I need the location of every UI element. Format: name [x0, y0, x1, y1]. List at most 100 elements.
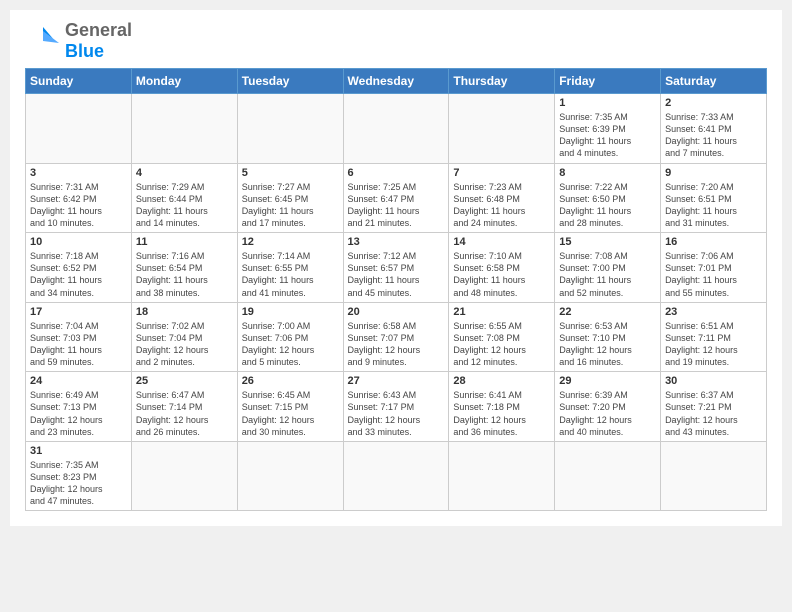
calendar-week-3: 10 Sunrise: 7:18 AM Sunset: 6:52 PM Dayli… — [26, 233, 767, 303]
day-info: Sunrise: 7:29 AM Sunset: 6:44 PM Dayligh… — [136, 181, 233, 230]
day-info: Sunrise: 6:58 AM Sunset: 7:07 PM Dayligh… — [348, 320, 445, 369]
day-number: 7 — [453, 167, 550, 179]
day-number: 29 — [559, 375, 656, 387]
calendar-cell: 13 Sunrise: 7:12 AM Sunset: 6:57 PM Dayli… — [343, 233, 449, 303]
logo-text: GeneralBlue — [65, 20, 132, 62]
day-header-wednesday: Wednesday — [343, 69, 449, 94]
day-info: Sunrise: 6:53 AM Sunset: 7:10 PM Dayligh… — [559, 320, 656, 369]
header: GeneralBlue — [25, 20, 767, 62]
day-number: 17 — [30, 306, 127, 318]
day-number: 24 — [30, 375, 127, 387]
calendar-cell: 20 Sunrise: 6:58 AM Sunset: 7:07 PM Dayli… — [343, 302, 449, 372]
day-number: 28 — [453, 375, 550, 387]
day-info: Sunrise: 7:20 AM Sunset: 6:51 PM Dayligh… — [665, 181, 762, 230]
day-number: 26 — [242, 375, 339, 387]
day-info: Sunrise: 7:12 AM Sunset: 6:57 PM Dayligh… — [348, 250, 445, 299]
day-info: Sunrise: 7:14 AM Sunset: 6:55 PM Dayligh… — [242, 250, 339, 299]
calendar-cell — [237, 441, 343, 511]
calendar-cell: 15Sunrise: 7:08 AM Sunset: 7:00 PM Dayli… — [555, 233, 661, 303]
calendar-cell: 10 Sunrise: 7:18 AM Sunset: 6:52 PM Dayli… — [26, 233, 132, 303]
day-number: 3 — [30, 167, 127, 179]
day-number: 16 — [665, 236, 762, 248]
day-number: 10 — [30, 236, 127, 248]
calendar-cell — [131, 94, 237, 164]
calendar-cell: 23 Sunrise: 6:51 AM Sunset: 7:11 PM Dayli… — [661, 302, 767, 372]
calendar-cell: 27 Sunrise: 6:43 AM Sunset: 7:17 PM Dayli… — [343, 372, 449, 442]
day-info: Sunrise: 7:27 AM Sunset: 6:45 PM Dayligh… — [242, 181, 339, 230]
day-info: Sunrise: 6:45 AM Sunset: 7:15 PM Dayligh… — [242, 389, 339, 438]
day-info: Sunrise: 6:51 AM Sunset: 7:11 PM Dayligh… — [665, 320, 762, 369]
day-number: 22 — [559, 306, 656, 318]
day-number: 20 — [348, 306, 445, 318]
day-header-saturday: Saturday — [661, 69, 767, 94]
calendar-cell: 28 Sunrise: 6:41 AM Sunset: 7:18 PM Dayli… — [449, 372, 555, 442]
day-number: 30 — [665, 375, 762, 387]
calendar-cell — [26, 94, 132, 164]
day-info: Sunrise: 7:10 AM Sunset: 6:58 PM Dayligh… — [453, 250, 550, 299]
day-info: Sunrise: 7:00 AM Sunset: 7:06 PM Dayligh… — [242, 320, 339, 369]
day-number: 1 — [559, 97, 656, 109]
calendar-cell — [343, 94, 449, 164]
calendar-cell — [555, 441, 661, 511]
calendar-cell — [449, 94, 555, 164]
calendar-cell: 3 Sunrise: 7:31 AM Sunset: 6:42 PM Daylig… — [26, 163, 132, 233]
day-info: Sunrise: 7:04 AM Sunset: 7:03 PM Dayligh… — [30, 320, 127, 369]
day-info: Sunrise: 7:16 AM Sunset: 6:54 PM Dayligh… — [136, 250, 233, 299]
calendar-cell — [661, 441, 767, 511]
day-header-friday: Friday — [555, 69, 661, 94]
calendar-page: GeneralBlue SundayMondayTuesdayWednesday… — [10, 10, 782, 526]
day-number: 11 — [136, 236, 233, 248]
day-info: Sunrise: 7:22 AM Sunset: 6:50 PM Dayligh… — [559, 181, 656, 230]
day-info: Sunrise: 7:02 AM Sunset: 7:04 PM Dayligh… — [136, 320, 233, 369]
day-number: 2 — [665, 97, 762, 109]
calendar-cell: 6Sunrise: 7:25 AM Sunset: 6:47 PM Daylig… — [343, 163, 449, 233]
day-number: 21 — [453, 306, 550, 318]
day-number: 5 — [242, 167, 339, 179]
calendar-cell — [343, 441, 449, 511]
calendar-cell: 8 Sunrise: 7:22 AM Sunset: 6:50 PM Daylig… — [555, 163, 661, 233]
logo: GeneralBlue — [25, 20, 132, 62]
calendar-cell: 17 Sunrise: 7:04 AM Sunset: 7:03 PM Dayli… — [26, 302, 132, 372]
day-info: Sunrise: 6:47 AM Sunset: 7:14 PM Dayligh… — [136, 389, 233, 438]
day-number: 19 — [242, 306, 339, 318]
calendar-cell: 19 Sunrise: 7:00 AM Sunset: 7:06 PM Dayli… — [237, 302, 343, 372]
calendar-cell — [237, 94, 343, 164]
day-number: 18 — [136, 306, 233, 318]
calendar-week-1: 1 Sunrise: 7:35 AM Sunset: 6:39 PM Daylig… — [26, 94, 767, 164]
day-header-tuesday: Tuesday — [237, 69, 343, 94]
day-info: Sunrise: 6:39 AM Sunset: 7:20 PM Dayligh… — [559, 389, 656, 438]
calendar-cell: 18 Sunrise: 7:02 AM Sunset: 7:04 PM Dayli… — [131, 302, 237, 372]
calendar-week-2: 3 Sunrise: 7:31 AM Sunset: 6:42 PM Daylig… — [26, 163, 767, 233]
calendar-cell: 31 Sunrise: 7:35 AM Sunset: 8:23 PM Dayli… — [26, 441, 132, 511]
day-info: Sunrise: 7:31 AM Sunset: 6:42 PM Dayligh… — [30, 181, 127, 230]
day-number: 23 — [665, 306, 762, 318]
day-number: 12 — [242, 236, 339, 248]
day-info: Sunrise: 6:43 AM Sunset: 7:17 PM Dayligh… — [348, 389, 445, 438]
day-number: 31 — [30, 445, 127, 457]
day-info: Sunrise: 7:35 AM Sunset: 8:23 PM Dayligh… — [30, 459, 127, 508]
day-info: Sunrise: 6:41 AM Sunset: 7:18 PM Dayligh… — [453, 389, 550, 438]
day-number: 9 — [665, 167, 762, 179]
day-number: 6 — [348, 167, 445, 179]
day-header-thursday: Thursday — [449, 69, 555, 94]
calendar-week-5: 24 Sunrise: 6:49 AM Sunset: 7:13 PM Dayli… — [26, 372, 767, 442]
calendar-cell: 9 Sunrise: 7:20 AM Sunset: 6:51 PM Daylig… — [661, 163, 767, 233]
general-blue-logo-icon — [25, 23, 61, 59]
calendar-cell: 1 Sunrise: 7:35 AM Sunset: 6:39 PM Daylig… — [555, 94, 661, 164]
calendar-cell: 29 Sunrise: 6:39 AM Sunset: 7:20 PM Dayli… — [555, 372, 661, 442]
calendar-cell: 7 Sunrise: 7:23 AM Sunset: 6:48 PM Daylig… — [449, 163, 555, 233]
calendar-cell: 22 Sunrise: 6:53 AM Sunset: 7:10 PM Dayli… — [555, 302, 661, 372]
day-header-sunday: Sunday — [26, 69, 132, 94]
day-info: Sunrise: 7:23 AM Sunset: 6:48 PM Dayligh… — [453, 181, 550, 230]
day-number: 8 — [559, 167, 656, 179]
day-number: 27 — [348, 375, 445, 387]
day-info: Sunrise: 7:33 AM Sunset: 6:41 PM Dayligh… — [665, 111, 762, 160]
day-info: Sunrise: 6:49 AM Sunset: 7:13 PM Dayligh… — [30, 389, 127, 438]
day-number: 13 — [348, 236, 445, 248]
calendar-cell: 2 Sunrise: 7:33 AM Sunset: 6:41 PM Daylig… — [661, 94, 767, 164]
day-info: Sunrise: 7:18 AM Sunset: 6:52 PM Dayligh… — [30, 250, 127, 299]
calendar-cell: 16Sunrise: 7:06 AM Sunset: 7:01 PM Dayli… — [661, 233, 767, 303]
day-info: Sunrise: 7:35 AM Sunset: 6:39 PM Dayligh… — [559, 111, 656, 160]
day-info: Sunrise: 7:08 AM Sunset: 7:00 PM Dayligh… — [559, 250, 656, 299]
calendar-cell: 25Sunrise: 6:47 AM Sunset: 7:14 PM Dayli… — [131, 372, 237, 442]
